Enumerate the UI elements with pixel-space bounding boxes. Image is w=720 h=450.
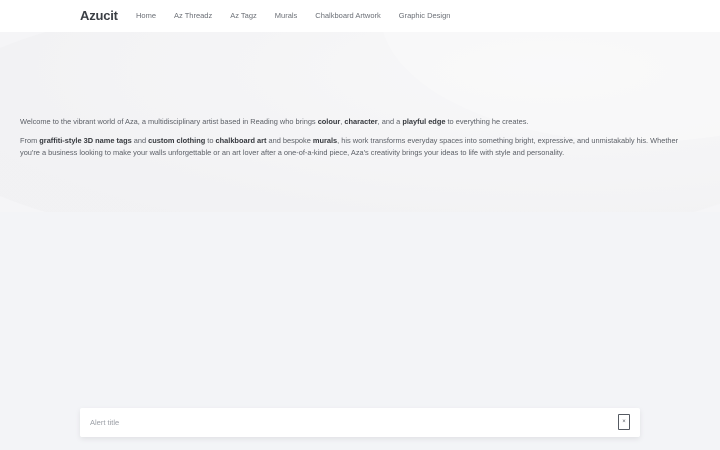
alert-title: Alert title: [90, 418, 120, 427]
intro-paragraph-2: From graffiti-style 3D name tags and cus…: [20, 135, 679, 158]
nav-item-murals[interactable]: Murals: [275, 11, 298, 20]
site-header: Azucit Home Az Threadz Az Tagz Murals Ch…: [0, 0, 720, 32]
intro-paragraph-1: Welcome to the vibrant world of Aza, a m…: [20, 117, 529, 126]
main-nav: Home Az Threadz Az Tagz Murals Chalkboar…: [136, 11, 468, 20]
site-logo[interactable]: Azucit: [80, 8, 118, 23]
keyword-murals: murals: [312, 135, 338, 145]
close-icon: ×: [622, 419, 626, 425]
nav-item-az-tagz[interactable]: Az Tagz: [230, 11, 257, 20]
nav-item-az-threadz[interactable]: Az Threadz: [174, 11, 212, 20]
keyword-colour: colour: [317, 117, 341, 126]
keyword-custom-clothing: custom clothing: [148, 135, 206, 145]
nav-item-home[interactable]: Home: [136, 11, 156, 20]
keyword-chalkboard-art: chalkboard art: [215, 135, 267, 145]
nav-item-chalkboard-artwork[interactable]: Chalkboard Artwork: [315, 11, 380, 20]
keyword-playful-edge: playful edge: [402, 117, 446, 126]
keyword-name-tags: graffiti-style 3D name tags: [39, 135, 132, 145]
keyword-character: character: [344, 117, 378, 126]
nav-item-graphic-design[interactable]: Graphic Design: [399, 11, 451, 20]
intro-text: Welcome to the vibrant world of Aza, a m…: [20, 116, 700, 166]
alert-close-button[interactable]: ×: [618, 414, 630, 430]
alert-banner: Alert title ×: [80, 408, 640, 437]
